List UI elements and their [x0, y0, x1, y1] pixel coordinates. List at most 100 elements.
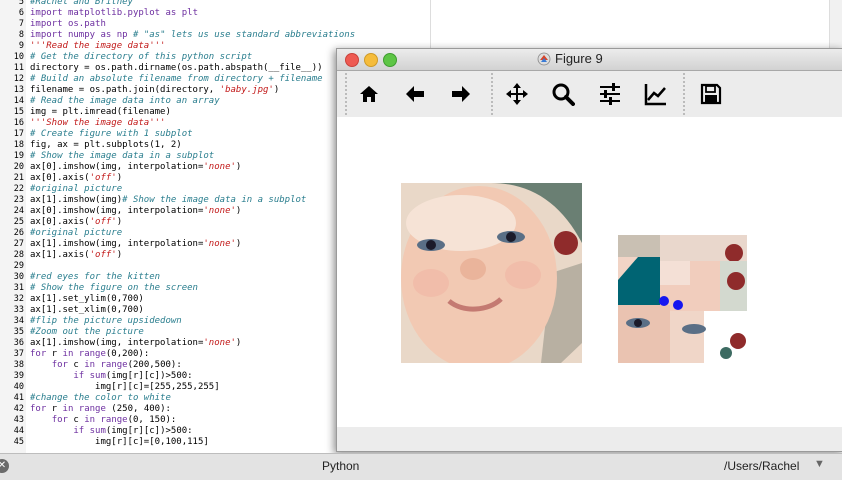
figure-window[interactable]: Figure 9 [336, 48, 842, 452]
forward-button[interactable] [447, 80, 475, 108]
figure-canvas[interactable] [337, 117, 842, 427]
window-titlebar[interactable]: Figure 9 [337, 49, 842, 71]
code-token: ax[1].imshow(img) [30, 195, 123, 205]
code-token: img[r][c]=[0,100,115] [30, 437, 209, 447]
code-line[interactable]: 7 import os.path [0, 19, 842, 30]
code-token: filename = os.path.join(directory, [30, 85, 220, 95]
code-text: #change the color to white [30, 393, 171, 404]
code-token: 'none' [203, 239, 236, 249]
code-token: '''Read the image data''' [30, 41, 166, 51]
code-token: os.path [67, 19, 106, 29]
code-text: # Show the figure on the screen [30, 283, 198, 294]
configure-subplots-button[interactable] [596, 80, 624, 108]
pan-button[interactable] [503, 80, 531, 108]
code-token: import [30, 8, 63, 18]
minimize-window-button[interactable] [364, 53, 378, 67]
code-text: for c in range(200,500): [30, 360, 182, 371]
code-token: import [30, 30, 63, 40]
code-token: in [84, 360, 96, 370]
line-number: 13 [13, 85, 24, 95]
editor-split-divider[interactable] [430, 0, 431, 48]
code-token: #original picture [30, 228, 123, 238]
zoom-icon [552, 83, 575, 106]
code-text: #Rachel and Britney [30, 0, 133, 8]
line-number: 43 [13, 415, 24, 425]
code-token: for [30, 349, 47, 359]
zoom-button[interactable] [549, 80, 577, 108]
baby-photo [401, 183, 582, 363]
line-number: 21 [13, 173, 24, 183]
code-token: np [116, 30, 128, 40]
line-number: 45 [13, 437, 24, 447]
line-number: 17 [13, 129, 24, 139]
home-button[interactable] [355, 80, 383, 108]
save-button[interactable] [697, 80, 725, 108]
code-line[interactable]: 8 import numpy as np # "as" lets us use s… [0, 30, 842, 41]
status-bar: ✕ Python /Users/Rachel ▼ [0, 453, 842, 480]
close-icon[interactable]: ✕ [0, 459, 9, 473]
code-token: #original picture [30, 184, 123, 194]
code-line[interactable]: 6 import matplotlib.pyplot as plt [0, 8, 842, 19]
code-token: img = plt.imread(filename) [30, 107, 171, 117]
code-text: #original picture [30, 184, 122, 195]
line-number: 40 [13, 382, 24, 392]
code-token: 'off' [89, 250, 117, 260]
code-text: # Show the image data in a subplot [30, 151, 214, 162]
code-token: in [62, 349, 74, 359]
code-line[interactable]: 5 #Rachel and Britney [0, 0, 842, 8]
chevron-down-icon[interactable]: ▼ [814, 458, 825, 470]
code-text: ax[1].axis('off') [30, 250, 122, 261]
code-token: ) [116, 173, 123, 183]
code-token: #change the color to white [30, 393, 171, 403]
code-token: if [73, 426, 85, 436]
line-number: 31 [13, 283, 24, 293]
code-token: for [51, 415, 68, 425]
line-number: 32 [13, 294, 24, 304]
code-token: import [30, 19, 63, 29]
sliders-icon [600, 83, 620, 105]
code-token: for [30, 404, 47, 414]
edit-axes-button[interactable] [642, 80, 670, 108]
code-text: ax[0].imshow(img, interpolation='none') [30, 206, 241, 217]
code-token: 'none' [203, 338, 236, 348]
modified-image-subplot [618, 235, 747, 363]
code-token: # Create figure with 1 subplot [30, 129, 193, 139]
line-number: 27 [13, 239, 24, 249]
line-number: 37 [13, 349, 24, 359]
code-text: ax[1].imshow(img, interpolation='none') [30, 338, 241, 349]
toolbar-grip [345, 73, 347, 115]
code-token: range [78, 404, 106, 414]
code-token: ) [235, 338, 242, 348]
line-number: 15 [13, 107, 24, 117]
back-button[interactable] [401, 80, 429, 108]
code-token: as [100, 30, 112, 40]
line-number: 33 [13, 305, 24, 315]
line-number: 28 [13, 250, 24, 260]
code-token: for [51, 360, 68, 370]
editor-scrollbar[interactable] [829, 0, 842, 48]
line-number: 11 [13, 63, 24, 73]
close-window-button[interactable] [345, 53, 359, 67]
code-text: ax[0].axis('off') [30, 217, 122, 228]
code-token: ) [116, 250, 123, 260]
line-number: 39 [13, 371, 24, 381]
code-token: ax[0].imshow(img, interpolation= [30, 162, 204, 172]
working-directory[interactable]: /Users/Rachel [724, 459, 799, 473]
pan-icon [506, 83, 528, 105]
line-number: 38 [13, 360, 24, 370]
language-mode[interactable]: Python [322, 459, 359, 473]
code-text: '''Show the image data''' [30, 118, 165, 129]
line-number: 26 [13, 228, 24, 238]
line-number: 29 [13, 261, 24, 271]
window-title-text: Figure 9 [555, 51, 603, 66]
code-text: ax[0].imshow(img, interpolation='none') [30, 162, 241, 173]
code-token: sum [89, 426, 106, 436]
line-number: 16 [13, 118, 24, 128]
line-number: 5 [18, 0, 24, 7]
code-token: ax[0].imshow(img, interpolation= [30, 206, 204, 216]
code-token: range [78, 349, 106, 359]
zoom-window-button[interactable] [383, 53, 397, 67]
code-token: if [73, 371, 85, 381]
code-text: directory = os.path.dirname(os.path.absp… [30, 63, 323, 74]
